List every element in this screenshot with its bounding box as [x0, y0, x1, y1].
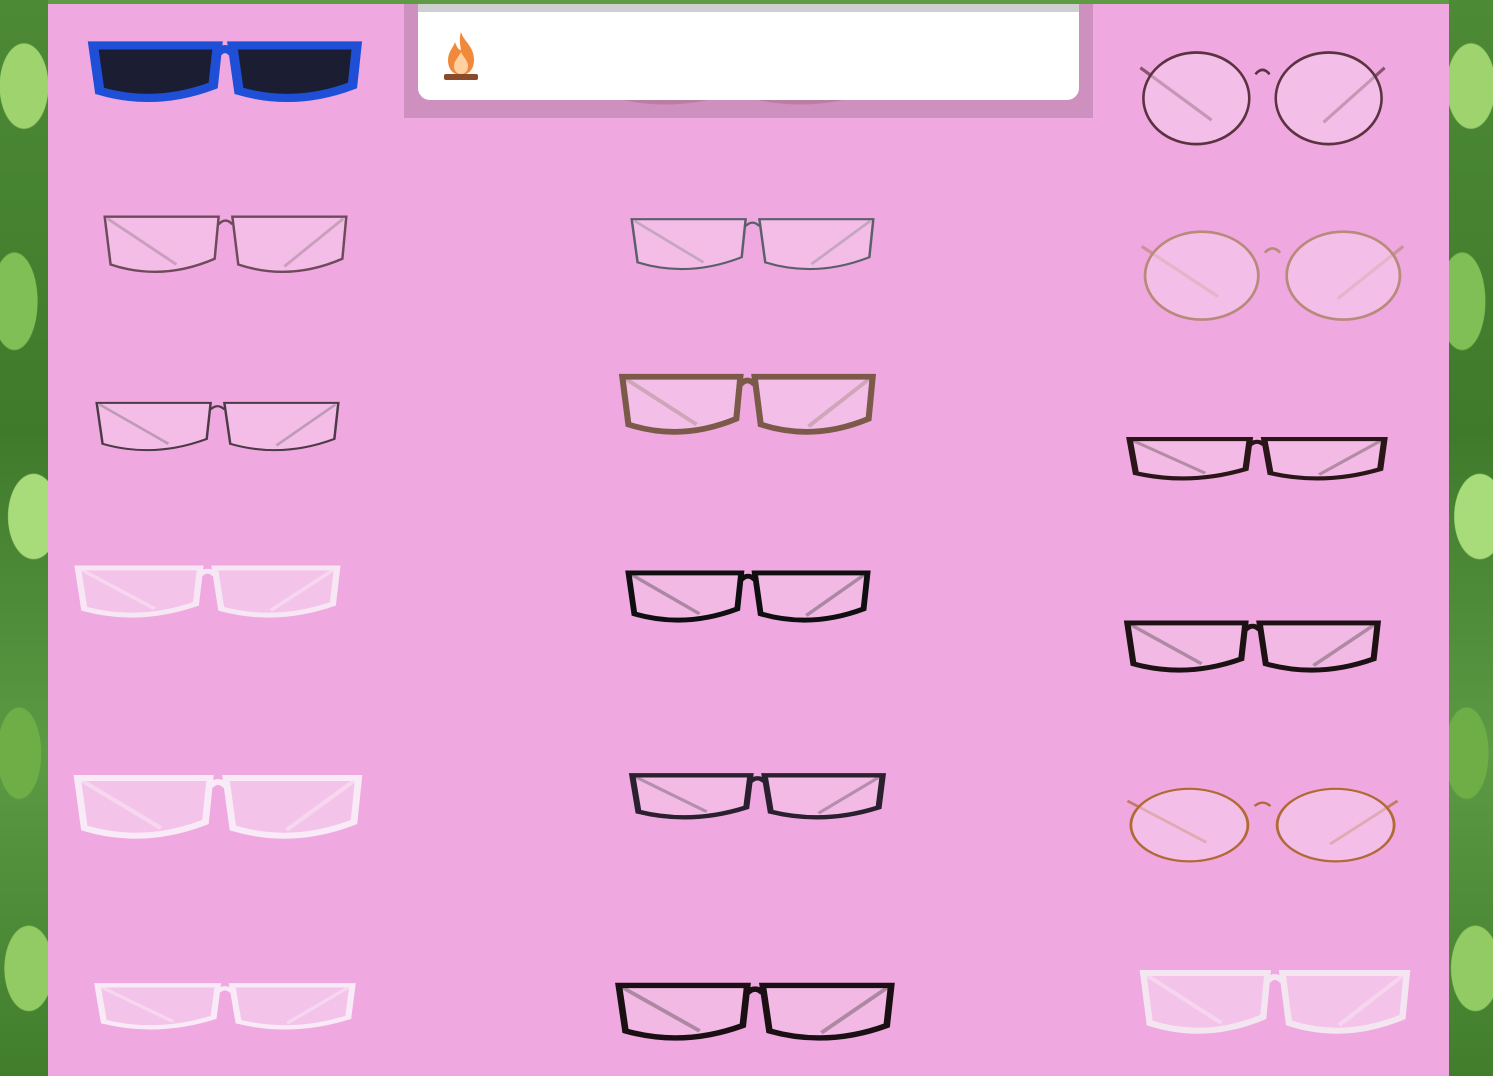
- lens: [227, 41, 363, 102]
- bridge: [217, 219, 234, 226]
- eyeglasses-item: [60, 545, 355, 635]
- leaf-background-left: [0, 0, 48, 1076]
- eyeglasses-item: [615, 755, 900, 835]
- bridge: [1265, 974, 1285, 984]
- lens: [751, 570, 871, 623]
- lens: [1123, 620, 1249, 673]
- lens: [1275, 787, 1396, 863]
- bridge: [215, 986, 235, 993]
- lens: [211, 565, 341, 618]
- eyeglasses-item: [1105, 775, 1420, 870]
- lens: [74, 565, 204, 618]
- lens: [94, 983, 222, 1030]
- lens: [615, 982, 751, 1041]
- lens: [73, 775, 214, 839]
- eyeglasses-item: [80, 380, 355, 470]
- lens: [95, 401, 212, 452]
- eyeglasses-item: [1112, 420, 1402, 495]
- leaf-background-right: [1449, 0, 1493, 1076]
- eyeglasses-item: [1120, 215, 1425, 330]
- bridge: [207, 779, 229, 789]
- lens: [228, 983, 356, 1030]
- lens: [1129, 787, 1250, 863]
- pink-board: [48, 4, 1449, 1076]
- lens: [103, 215, 220, 273]
- bridge: [744, 221, 761, 227]
- eyeglasses-item: [75, 20, 375, 120]
- eyeglasses-item: [600, 960, 910, 1060]
- eyeglasses-item: [615, 195, 890, 290]
- lens: [1139, 970, 1272, 1034]
- lens: [1126, 437, 1254, 481]
- bridge: [1254, 68, 1271, 76]
- eyeglasses-item: [58, 750, 378, 860]
- bridge: [209, 405, 226, 411]
- bridge: [197, 568, 218, 577]
- lens: [222, 775, 363, 839]
- bridge: [213, 45, 237, 56]
- bridge: [1253, 801, 1272, 807]
- lens: [1285, 230, 1402, 321]
- lens: [1278, 970, 1411, 1034]
- lens: [761, 773, 887, 820]
- lens: [628, 773, 754, 820]
- popup-card[interactable]: [418, 4, 1079, 100]
- lens: [1260, 437, 1388, 481]
- bridge: [739, 573, 757, 582]
- bridge: [1247, 439, 1267, 446]
- lens: [751, 373, 877, 435]
- eyeglasses-item: [612, 550, 884, 640]
- bridge: [1263, 247, 1282, 254]
- bridge: [744, 986, 766, 995]
- bridge: [738, 377, 757, 387]
- lens: [1142, 51, 1251, 146]
- bridge: [1243, 623, 1262, 632]
- eyeglasses-item: [605, 350, 890, 455]
- eyeglasses-item: [1120, 35, 1405, 155]
- lens: [1143, 230, 1260, 321]
- eyeglasses-item: [1125, 945, 1425, 1055]
- eyeglasses-item: [88, 190, 363, 295]
- eyeglasses-item: [80, 965, 370, 1045]
- fire-icon: [440, 30, 482, 82]
- lens: [1256, 620, 1382, 673]
- lens: [1274, 51, 1383, 146]
- bridge: [748, 776, 767, 783]
- lens: [618, 373, 744, 435]
- lens: [757, 218, 875, 271]
- lens: [222, 401, 340, 452]
- lens: [625, 570, 745, 623]
- lens: [87, 41, 223, 102]
- lens: [230, 215, 348, 273]
- eyeglasses-item: [1110, 600, 1395, 690]
- lens: [759, 982, 895, 1041]
- lens: [630, 218, 747, 271]
